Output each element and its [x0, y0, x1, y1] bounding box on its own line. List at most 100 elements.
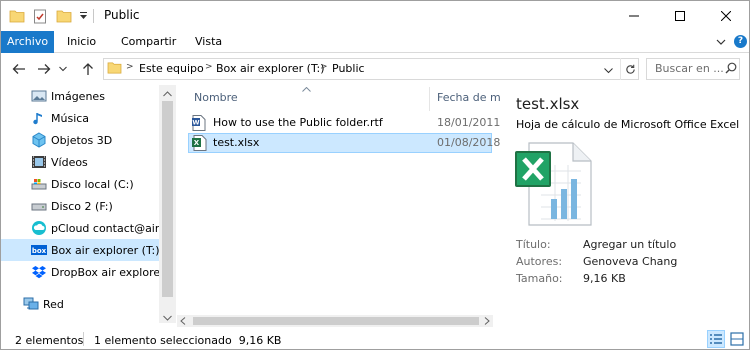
forward-arrow-icon — [38, 64, 51, 74]
sidebar-item-label: Música — [51, 111, 90, 125]
address-folder-icon — [107, 61, 122, 77]
chevron-down-icon — [59, 66, 67, 72]
file-row[interactable]: W How to use the Public folder.rtf 18/01… — [188, 113, 500, 134]
sidebar-item-label: pCloud contact@airliv — [51, 221, 159, 235]
tab-archivo[interactable]: Archivo — [1, 31, 54, 53]
column-header-name[interactable]: Nombre — [194, 87, 238, 109]
minimize-button[interactable] — [611, 1, 657, 31]
breadcrumb-box-air-explorer[interactable]: Box air explorer (T:) — [216, 62, 324, 75]
recent-locations-button[interactable] — [58, 61, 68, 77]
large-icons-view-button[interactable] — [728, 330, 746, 348]
sidebar-item-disco-local[interactable]: Disco local (C:) — [1, 173, 159, 195]
status-item-count: 2 elementos — [15, 334, 84, 347]
property-label-autores: Autores: — [516, 255, 563, 268]
help-icon[interactable]: ? — [734, 35, 747, 48]
excel-preview-icon — [515, 141, 593, 230]
pcloud-icon — [31, 220, 47, 236]
property-label-titulo: Título: — [516, 238, 551, 251]
forward-button[interactable] — [36, 61, 52, 77]
navigation-pane-scroll-thumb[interactable] — [162, 101, 173, 297]
local-disk-icon — [31, 176, 47, 192]
search-input[interactable]: Buscar en ... — [655, 62, 724, 75]
tab-inicio[interactable]: Inicio — [57, 31, 106, 53]
refresh-icon — [625, 64, 635, 74]
sidebar-item-label: Vídeos — [51, 155, 88, 169]
customize-toolbar-icon[interactable] — [79, 8, 88, 24]
dropbox-icon — [31, 264, 47, 280]
music-icon — [31, 110, 47, 126]
new-folder-icon[interactable] — [56, 8, 72, 24]
maximize-button[interactable] — [657, 1, 703, 31]
sort-ascending-icon — [302, 82, 311, 95]
sidebar-item-red[interactable]: Red — [1, 293, 159, 315]
file-name: How to use the Public folder.rtf — [213, 116, 383, 129]
svg-text:X: X — [194, 139, 200, 147]
sidebar-item-label: Red — [43, 297, 64, 311]
tab-vista[interactable]: Vista — [185, 31, 232, 53]
sidebar-item-dropbox[interactable]: DropBox air explorer ( — [1, 261, 159, 283]
breadcrumb-public[interactable]: Public — [332, 62, 365, 75]
breadcrumb-separator[interactable]: > — [126, 62, 134, 72]
refresh-button[interactable] — [620, 58, 639, 80]
scroll-right-icon[interactable] — [483, 316, 491, 329]
sidebar-item-musica[interactable]: Música — [1, 107, 159, 129]
drive-icon — [31, 198, 47, 214]
breadcrumb-separator[interactable]: > — [205, 62, 213, 72]
sidebar-item-label: Imágenes — [51, 89, 105, 103]
property-value-tamano: 9,16 KB — [583, 272, 626, 285]
property-value-autores[interactable]: Genoveva Chang — [583, 255, 677, 268]
sidebar-item-pcloud[interactable]: pCloud contact@airliv — [1, 217, 159, 239]
expand-ribbon-icon[interactable] — [715, 36, 727, 48]
sidebar-item-videos[interactable]: Vídeos — [1, 151, 159, 173]
scroll-down-icon[interactable] — [162, 312, 173, 325]
details-view-icon — [710, 334, 722, 344]
folder-icon[interactable] — [9, 8, 25, 24]
sidebar-item-box-air-explorer[interactable]: box Box air explorer (T:) — [1, 239, 159, 261]
network-icon — [23, 296, 39, 312]
file-name: test.xlsx — [213, 136, 260, 149]
status-separator — [83, 332, 84, 346]
back-arrow-icon — [12, 64, 25, 74]
details-view-button[interactable] — [707, 330, 725, 348]
excel-file-icon: X — [192, 135, 207, 154]
column-header-date[interactable]: Fecha de m — [437, 87, 501, 109]
videos-icon — [31, 154, 47, 170]
close-button[interactable] — [703, 1, 749, 31]
tab-compartir[interactable]: Compartir — [111, 31, 186, 53]
back-button[interactable] — [11, 61, 27, 77]
rtf-file-icon: W — [192, 115, 206, 134]
scroll-up-icon[interactable] — [162, 88, 173, 101]
svg-text:box: box — [32, 247, 47, 255]
status-selection: 1 elemento seleccionado 9,16 KB — [94, 334, 282, 347]
minimize-icon — [629, 15, 639, 17]
properties-icon[interactable] — [33, 8, 47, 24]
details-file-type: Hoja de cálculo de Microsoft Office Exce… — [516, 118, 740, 131]
maximize-icon — [675, 11, 685, 21]
column-separator[interactable] — [429, 87, 430, 111]
address-dropdown-icon[interactable] — [604, 64, 613, 77]
explorer-window: Public Archivo Inicio Compartir Vista ? … — [0, 0, 750, 350]
file-date: 01/08/2018 — [437, 136, 501, 149]
sidebar-item-disco-2[interactable]: Disco 2 (F:) — [1, 195, 159, 217]
file-list-scroll-thumb[interactable] — [193, 317, 479, 325]
breadcrumb-este-equipo[interactable]: Este equipo — [139, 62, 204, 75]
title-separator — [93, 9, 94, 23]
objects3d-icon — [31, 132, 47, 148]
sidebar-item-objetos-3d[interactable]: Objetos 3D — [1, 129, 159, 151]
property-value-titulo[interactable]: Agregar un título — [583, 238, 676, 251]
close-icon — [721, 11, 731, 21]
sidebar-item-label: Objetos 3D — [51, 133, 113, 147]
window-title: Public — [104, 8, 140, 22]
scroll-left-icon[interactable] — [179, 316, 187, 329]
file-date: 18/01/2011 — [437, 116, 501, 129]
file-row-selected[interactable]: X test.xlsx 01/08/2018 — [188, 133, 500, 154]
sidebar-item-imagenes[interactable]: Imágenes — [1, 85, 159, 107]
sidebar-item-label: Disco local (C:) — [51, 177, 134, 191]
up-button[interactable] — [80, 61, 96, 77]
sidebar-item-label: Disco 2 (F:) — [51, 199, 113, 213]
box-icon: box — [31, 242, 47, 258]
sidebar-item-label: DropBox air explorer ( — [51, 265, 159, 279]
svg-text:W: W — [192, 119, 199, 127]
sidebar-item-label: Box air explorer (T:) — [51, 243, 159, 257]
breadcrumb-separator[interactable]: > — [320, 62, 328, 72]
